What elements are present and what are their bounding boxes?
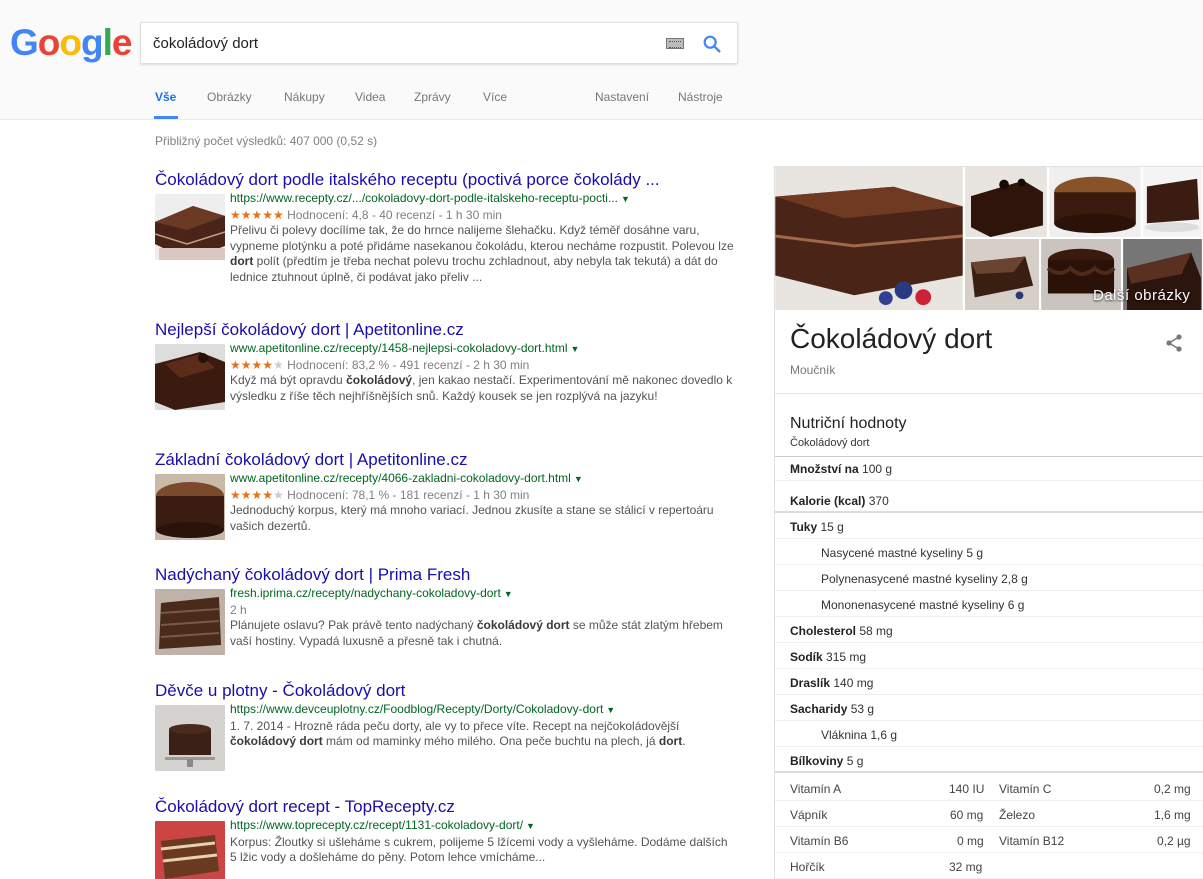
nutrition-row: Nasycené mastné kyseliny 5 g [775, 541, 1203, 565]
result-title-link[interactable]: Děvče u plotny - Čokoládový dort [155, 681, 735, 701]
result-meta: 1. 7. 2014 [230, 718, 284, 733]
tab-settings[interactable]: Nastavení [595, 90, 649, 104]
result-stats: Přibližný počet výsledků: 407 000 (0,52 … [155, 134, 378, 148]
kp-subtitle: Moučník [790, 363, 836, 377]
result-url[interactable]: https://www.devceuplotny.cz/Foodblog/Rec… [230, 702, 603, 716]
result-thumbnail[interactable] [155, 474, 225, 540]
nutrition-row: Sacharidy 53 g [775, 697, 1203, 721]
result-url[interactable]: fresh.iprima.cz/recepty/nadychany-cokola… [230, 586, 501, 600]
gallery-image[interactable] [1143, 167, 1203, 239]
tab-tools[interactable]: Nástroje [678, 90, 723, 104]
result-snippet: Plánujete oslavu? Pak právě tento nadých… [230, 618, 723, 648]
nutrition-row: Mononenasycené mastné kyseliny 6 g [775, 593, 1203, 617]
result-title-link[interactable]: Základní čokoládový dort | Apetitonline.… [155, 450, 735, 470]
search-result: Děvče u plotny - Čokoládový dort https:/… [155, 681, 735, 771]
result-meta: Hodnocení: 83,2 % - 491 recenzí - 2 h 30… [287, 357, 530, 372]
keyboard-icon[interactable] [666, 38, 684, 49]
result-title-link[interactable]: Nadýchaný čokoládový dort | Prima Fresh [155, 565, 735, 585]
kp-title: Čokoládový dort [790, 323, 993, 354]
dropdown-arrow-icon[interactable]: ▼ [526, 821, 535, 831]
rating-stars-icon: ★★★★★ [230, 357, 284, 372]
result-meta: Hodnocení: 4,8 - 40 recenzí - 1 h 30 min [287, 207, 502, 222]
nutrition-row: Množství na 100 g [775, 457, 1203, 481]
result-meta: Hodnocení: 78,1 % - 181 recenzí - 1 h 30… [287, 487, 530, 502]
rating-stars-icon: ★★★★★ [230, 487, 284, 502]
dropdown-arrow-icon[interactable]: ▼ [621, 194, 630, 204]
search-result: Základní čokoládový dort | Apetitonline.… [155, 450, 735, 540]
tab-videos[interactable]: Videa [355, 90, 385, 104]
gallery-image[interactable] [965, 239, 1041, 312]
search-result: Čokoládový dort podle italského receptu … [155, 170, 735, 285]
tab-images[interactable]: Obrázky [207, 90, 252, 104]
tab-news[interactable]: Zprávy [414, 90, 451, 104]
nutrition-row: Tuky 15 g [775, 515, 1203, 539]
vitamin-row: Vápník 60 mg Železo 1,6 mg [775, 803, 1203, 827]
nutrition-heading: Nutriční hodnoty [790, 415, 907, 432]
result-thumbnail[interactable] [155, 821, 225, 879]
dropdown-arrow-icon[interactable]: ▼ [504, 589, 513, 599]
result-snippet: Když má být opravdu čokoládový, jen kaka… [230, 373, 733, 403]
tab-all[interactable]: Vše [155, 90, 176, 104]
result-thumbnail[interactable] [155, 705, 225, 771]
result-url[interactable]: https://www.recepty.cz/.../cokoladovy-do… [230, 191, 618, 205]
vitamin-row: Vitamín A 140 IU Vitamín C 0,2 mg [775, 777, 1203, 801]
active-tab-indicator [154, 116, 178, 119]
search-input[interactable] [153, 33, 633, 53]
dropdown-arrow-icon[interactable]: ▼ [606, 705, 615, 715]
more-images-link[interactable]: Další obrázky [1093, 287, 1190, 304]
image-strip: Další obrázky [775, 167, 1203, 312]
nutrition-row: Kalorie (kcal) 370 [775, 489, 1203, 513]
search-icon[interactable] [701, 33, 723, 55]
result-thumbnail[interactable] [155, 194, 225, 260]
main-image[interactable] [775, 167, 965, 312]
nutrition-row: Cholesterol 58 mg [775, 619, 1203, 643]
result-snippet: Jednoduchý korpus, který má mnoho variac… [230, 503, 714, 533]
nutrition-row: Bílkoviny 5 g [775, 749, 1203, 773]
result-snippet: Hrozně ráda peču dorty, ale vy to přece … [230, 718, 686, 749]
gallery-image[interactable] [1049, 167, 1143, 239]
vitamin-row: Vitamín B6 0 mg Vitamín B12 0,2 µg [775, 829, 1203, 853]
search-result: Čokoládový dort recept - TopRecepty.cz h… [155, 797, 735, 879]
nutrition-row: Vláknina 1,6 g [775, 723, 1203, 747]
tab-more[interactable]: Více [483, 90, 507, 104]
nutrition-subheading: Čokoládový dort [790, 437, 870, 449]
dropdown-arrow-icon[interactable]: ▼ [571, 344, 580, 354]
dropdown-arrow-icon[interactable]: ▼ [574, 474, 583, 484]
search-result: Nadýchaný čokoládový dort | Prima Fresh … [155, 565, 735, 655]
result-snippet: Korpus: Žloutky si ušleháme s cukrem, po… [230, 834, 728, 865]
rating-stars-icon: ★★★★★ [230, 207, 284, 222]
gallery-image[interactable] [965, 167, 1049, 239]
search-box [140, 22, 738, 64]
divider [775, 393, 1203, 394]
header: Google Vše Obrázky Nákupy Videa Zprávy V… [0, 0, 1203, 120]
vitamin-row: Hořčík 32 mg [775, 855, 1203, 879]
result-title-link[interactable]: Čokoládový dort podle italského receptu … [155, 170, 735, 190]
share-icon[interactable] [1163, 332, 1185, 354]
result-url[interactable]: www.apetitonline.cz/recepty/1458-nejleps… [230, 341, 568, 355]
nutrition-row: Polynenasycené mastné kyseliny 2,8 g [775, 567, 1203, 591]
google-logo[interactable]: Google [10, 22, 132, 64]
nutrition-row: Draslík 140 mg [775, 671, 1203, 695]
knowledge-panel: Další obrázky Čokoládový dort Moučník Nu… [774, 166, 1203, 879]
search-result: Nejlepší čokoládový dort | Apetitonline.… [155, 320, 735, 410]
result-title-link[interactable]: Čokoládový dort recept - TopRecepty.cz [155, 797, 735, 817]
result-meta: 2 h [230, 602, 247, 617]
result-thumbnail[interactable] [155, 589, 225, 655]
result-snippet: Přelivu či polevy docílíme tak, že do hr… [230, 223, 734, 284]
result-url[interactable]: www.apetitonline.cz/recepty/4066-zakladn… [230, 471, 571, 485]
nutrition-row: Sodík 315 mg [775, 645, 1203, 669]
result-title-link[interactable]: Nejlepší čokoládový dort | Apetitonline.… [155, 320, 735, 340]
result-url[interactable]: https://www.toprecepty.cz/recept/1131-co… [230, 818, 523, 832]
tab-shopping[interactable]: Nákupy [284, 90, 325, 104]
result-thumbnail[interactable] [155, 344, 225, 410]
